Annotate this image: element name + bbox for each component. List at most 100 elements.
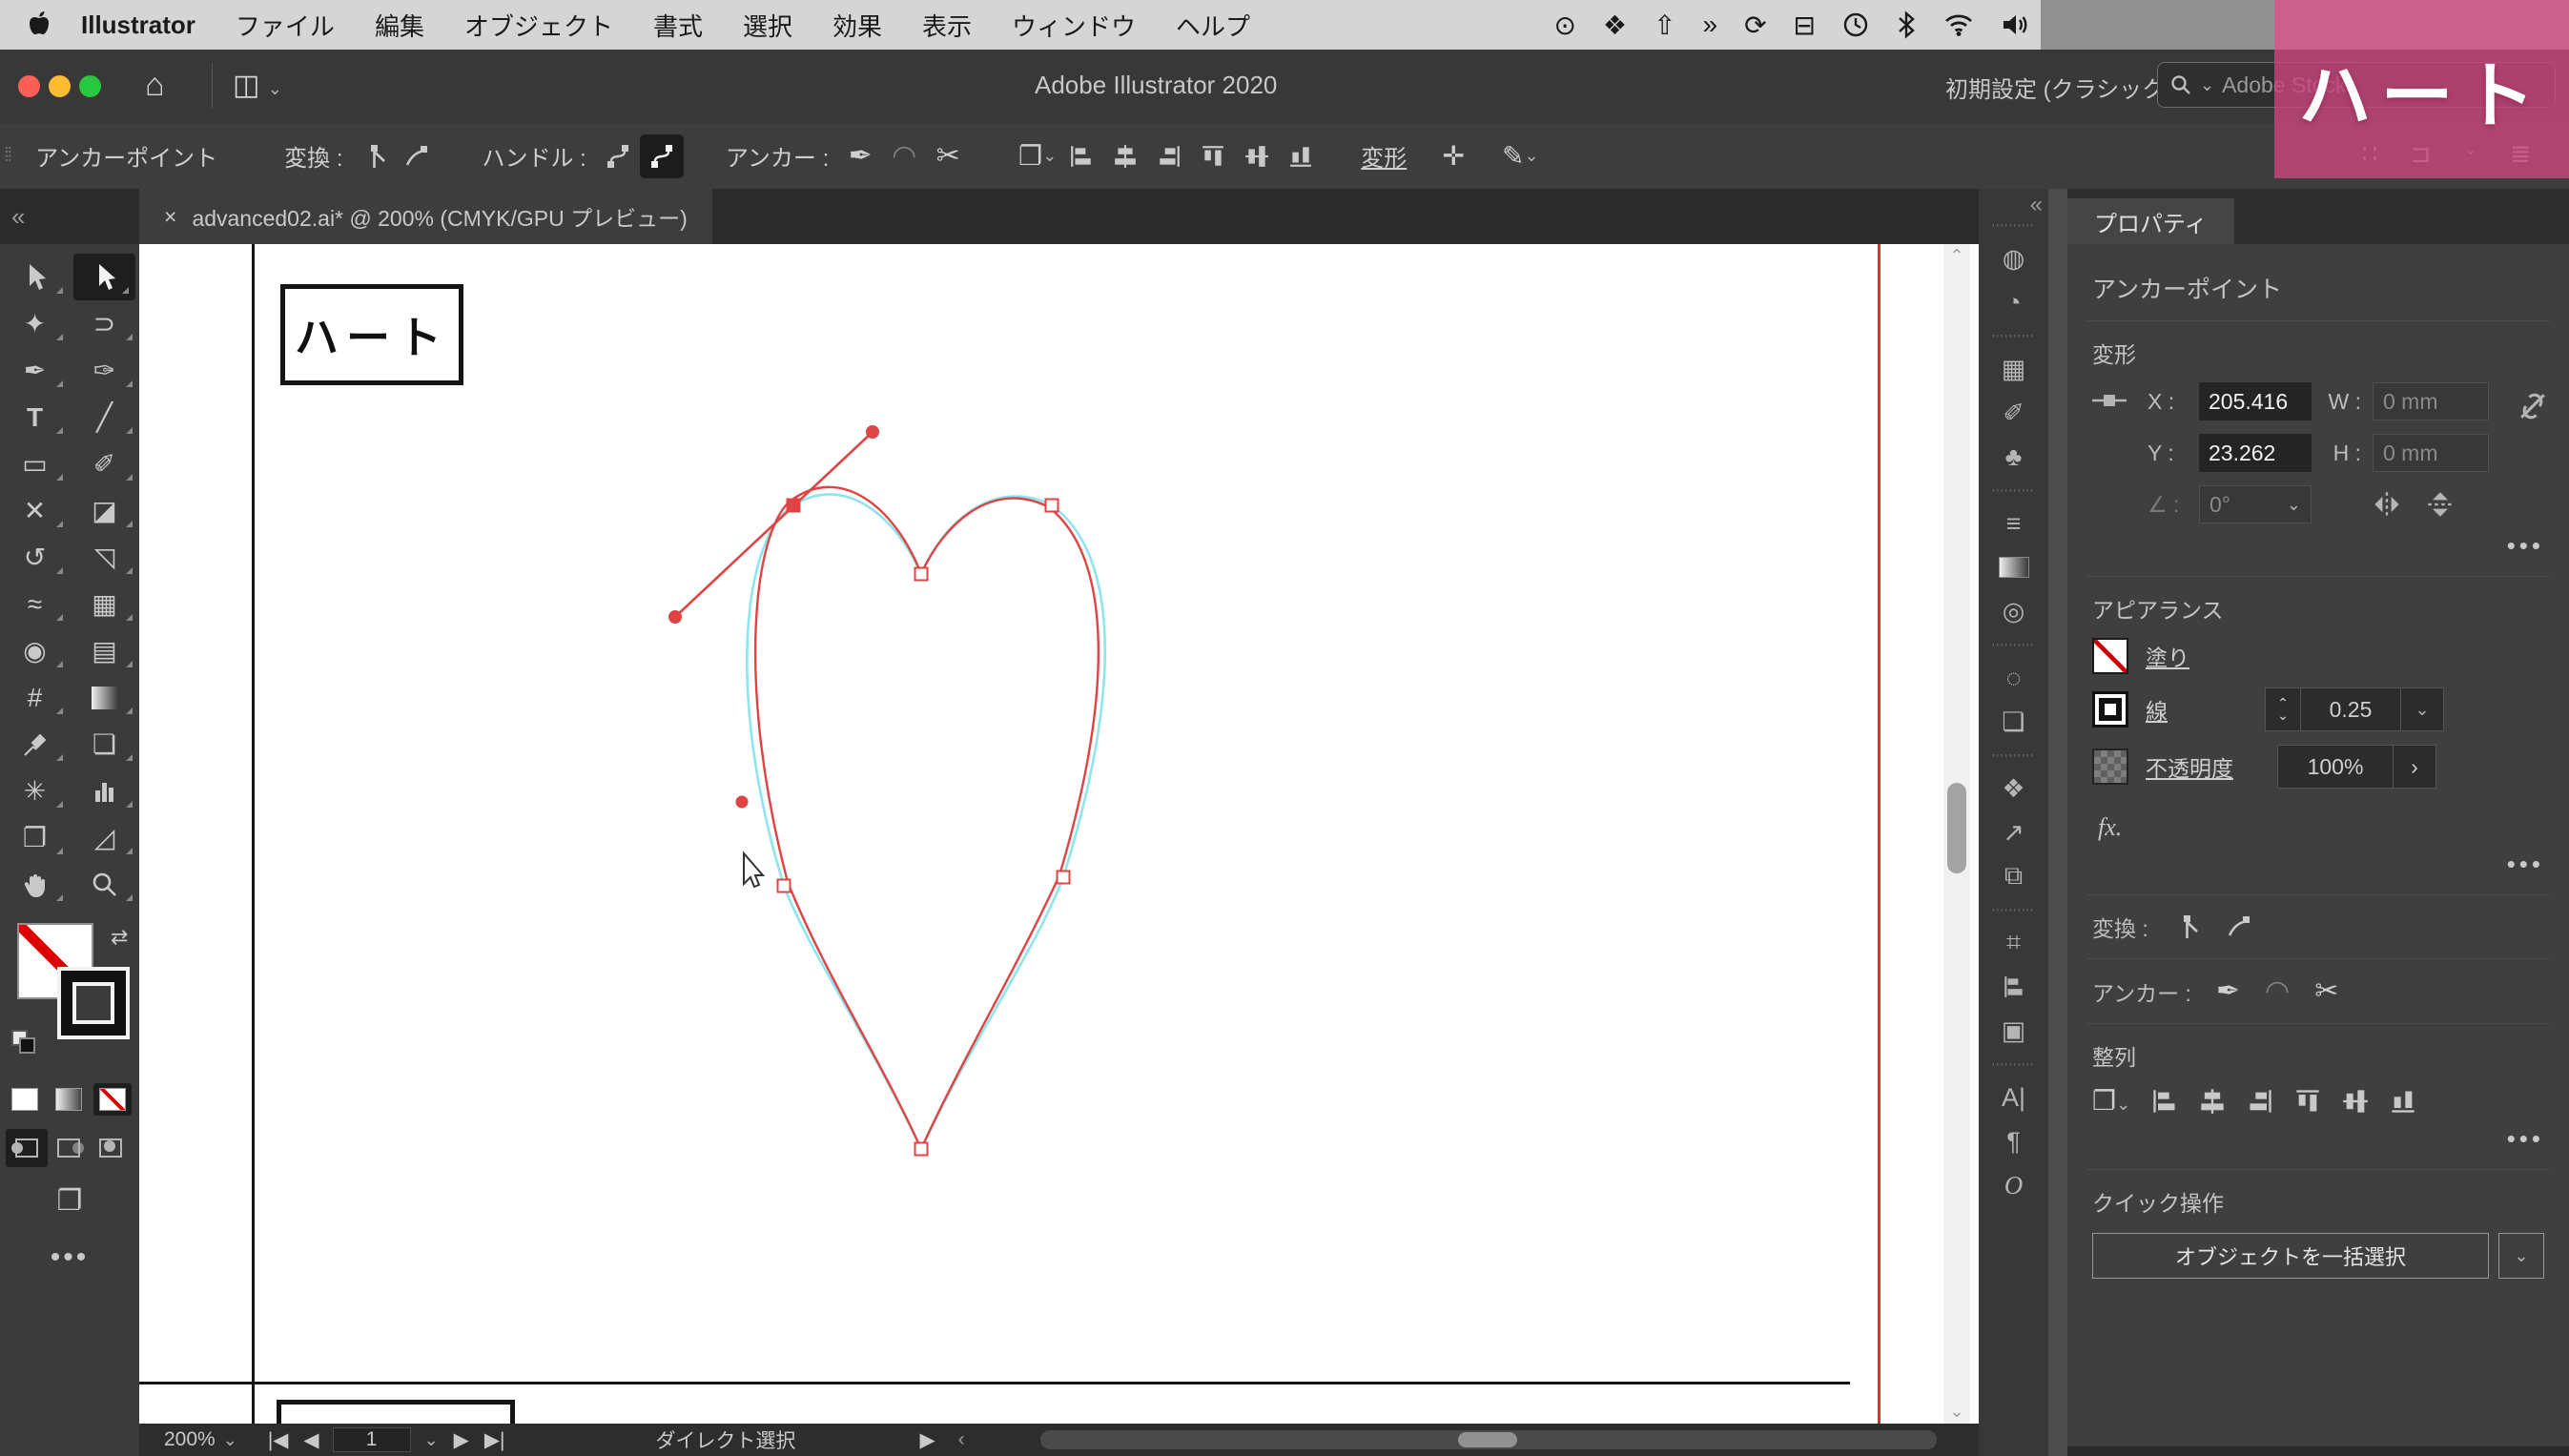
- artboard-number-input[interactable]: 1: [333, 1427, 411, 1452]
- heart-path-cyan[interactable]: [747, 494, 1104, 1149]
- transparency-panel-icon[interactable]: ◎: [1979, 589, 2048, 633]
- volume-icon[interactable]: [2001, 11, 2029, 38]
- align-left-button[interactable]: [2151, 1088, 2178, 1115]
- transform-link[interactable]: 変形: [1361, 139, 1407, 173]
- opentype-panel-icon[interactable]: O: [1979, 1163, 2048, 1207]
- cut-path-scissors-icon[interactable]: ✂: [2314, 974, 2338, 1008]
- menu-file[interactable]: ファイル: [236, 8, 335, 43]
- scroll-left-icon[interactable]: ‹: [958, 1428, 965, 1451]
- menu-select[interactable]: 選択: [743, 8, 792, 43]
- transform-panel-icon[interactable]: ⌗: [1979, 921, 2048, 965]
- transform-more-options[interactable]: •••: [2092, 531, 2544, 561]
- character-panel-icon[interactable]: A|: [1979, 1076, 2048, 1119]
- none-button[interactable]: [93, 1083, 132, 1116]
- cut-path-scissors-icon[interactable]: ✂: [926, 134, 970, 178]
- align-vcenter-button[interactable]: [2342, 1088, 2369, 1115]
- align-to-artboard-icon[interactable]: ❐⌄: [1016, 134, 1059, 178]
- asset-export-panel-icon[interactable]: ↗: [1979, 810, 2048, 854]
- shape-mode-icon[interactable]: ✎⌄: [1498, 134, 1542, 178]
- symbol-sprayer-tool[interactable]: ✳: [0, 768, 70, 814]
- align-hcenter-button[interactable]: [1103, 134, 1147, 178]
- expand-panels-icon[interactable]: «: [1979, 189, 2048, 221]
- gradient-panel-icon[interactable]: [1979, 545, 2048, 589]
- opacity-link[interactable]: 不透明度: [2146, 750, 2233, 783]
- align-top-button[interactable]: [1191, 134, 1235, 178]
- menu-illustrator[interactable]: Illustrator: [81, 10, 195, 40]
- fill-link[interactable]: 塗り: [2146, 640, 2189, 672]
- select-similar-objects-button[interactable]: オブジェクトを一括選択: [2092, 1233, 2489, 1279]
- brushes-panel-icon[interactable]: ✐: [1979, 391, 2048, 435]
- anchor-point[interactable]: [1058, 872, 1070, 884]
- vertical-scroll-thumb[interactable]: [1947, 783, 1966, 873]
- align-bottom-button[interactable]: [1279, 134, 1323, 178]
- gradient-button[interactable]: [50, 1083, 88, 1116]
- w-input[interactable]: 0 mm: [2373, 382, 2489, 420]
- blend-tool[interactable]: ❏: [70, 721, 139, 768]
- reference-point-widget[interactable]: [2090, 387, 2128, 414]
- zoom-window-button[interactable]: [79, 75, 101, 102]
- convert-to-corner-button[interactable]: [353, 134, 397, 178]
- next-artboard-button[interactable]: ▶: [454, 1428, 469, 1452]
- default-fill-stroke-icon[interactable]: [11, 1030, 34, 1053]
- handle-endpoint[interactable]: [668, 610, 682, 624]
- convert-to-smooth-button[interactable]: [2227, 913, 2255, 941]
- align-bottom-button[interactable]: [2390, 1088, 2416, 1115]
- stroke-color-swatch[interactable]: [2092, 691, 2128, 728]
- quick-action-dropdown[interactable]: ⌄: [2498, 1233, 2544, 1279]
- handle-endpoint[interactable]: [736, 796, 749, 809]
- magic-wand-tool[interactable]: ✦: [0, 300, 70, 347]
- dock-scroll-strip[interactable]: [2048, 189, 2067, 1456]
- stroke-weight-stepper[interactable]: ⌃⌄: [2266, 688, 2300, 730]
- draw-behind-button[interactable]: [48, 1129, 90, 1167]
- align-to-artboard-icon[interactable]: ❐⌄: [2092, 1085, 2130, 1117]
- stroke-link[interactable]: 線: [2146, 693, 2168, 726]
- pen-tool[interactable]: ✒: [0, 347, 70, 394]
- creative-cloud-icon[interactable]: ⊙: [1553, 10, 1575, 41]
- flip-vertical-icon[interactable]: [2426, 490, 2455, 519]
- color-guide-panel-icon[interactable]: ◔: [1979, 280, 2048, 324]
- link-dimensions-icon[interactable]: [2514, 387, 2552, 425]
- perspective-grid-tool[interactable]: ▤: [70, 627, 139, 674]
- canvas[interactable]: ハート ⌃ ⌄: [139, 244, 1979, 1456]
- time-machine-icon[interactable]: [1842, 11, 1869, 38]
- align-top-button[interactable]: [2294, 1088, 2321, 1115]
- show-handles-button[interactable]: [596, 134, 640, 178]
- collapse-left-icon[interactable]: «: [0, 189, 139, 244]
- status-expand-icon[interactable]: ▶: [919, 1428, 935, 1452]
- close-tab-icon[interactable]: ×: [164, 204, 176, 230]
- selection-tool[interactable]: [0, 254, 70, 300]
- direct-selection-tool[interactable]: [73, 254, 135, 300]
- opacity-expand[interactable]: ›: [2393, 746, 2435, 788]
- paintbrush-tool[interactable]: ✐: [70, 441, 139, 487]
- scroll-down-icon[interactable]: ⌄: [1943, 1402, 1970, 1422]
- wifi-icon[interactable]: [1943, 12, 1974, 37]
- x-input[interactable]: 205.416: [2199, 382, 2312, 420]
- horizontal-scrollbar[interactable]: [1040, 1430, 1937, 1449]
- align-more-options[interactable]: •••: [2092, 1124, 2544, 1154]
- align-hcenter-button[interactable]: [2199, 1088, 2226, 1115]
- align-vcenter-button[interactable]: [1235, 134, 1279, 178]
- menu-edit[interactable]: 編集: [375, 8, 424, 43]
- zoom-tool[interactable]: [70, 861, 139, 908]
- draw-normal-button[interactable]: [6, 1129, 48, 1167]
- h-input[interactable]: 0 mm: [2373, 434, 2489, 472]
- tab-properties[interactable]: プロパティ: [2067, 198, 2234, 244]
- align-right-button[interactable]: [1147, 134, 1191, 178]
- rectangle-tool[interactable]: ▭: [0, 441, 70, 487]
- anchor-point[interactable]: [915, 568, 928, 581]
- type-tool[interactable]: T: [0, 394, 70, 441]
- convert-to-corner-button[interactable]: [2173, 913, 2202, 941]
- color-button[interactable]: [6, 1083, 44, 1116]
- swatches-panel-icon[interactable]: ▦: [1979, 347, 2048, 391]
- shaper-tool[interactable]: ✕: [0, 487, 70, 534]
- eraser-tool[interactable]: ◪: [70, 487, 139, 534]
- graphic-styles-panel-icon[interactable]: ❏: [1979, 700, 2048, 744]
- curvature-tool[interactable]: ✑: [70, 347, 139, 394]
- paragraph-panel-icon[interactable]: ¶: [1979, 1119, 2048, 1163]
- appearance-more-options[interactable]: •••: [2092, 850, 2544, 879]
- anchor-point-selected[interactable]: [788, 500, 800, 512]
- artboards-panel-icon[interactable]: ⧉: [1979, 854, 2048, 898]
- vertical-scrollbar[interactable]: ⌃ ⌄: [1943, 244, 1970, 1424]
- lasso-tool[interactable]: ⊃: [70, 300, 139, 347]
- home-icon[interactable]: ⌂: [145, 67, 165, 104]
